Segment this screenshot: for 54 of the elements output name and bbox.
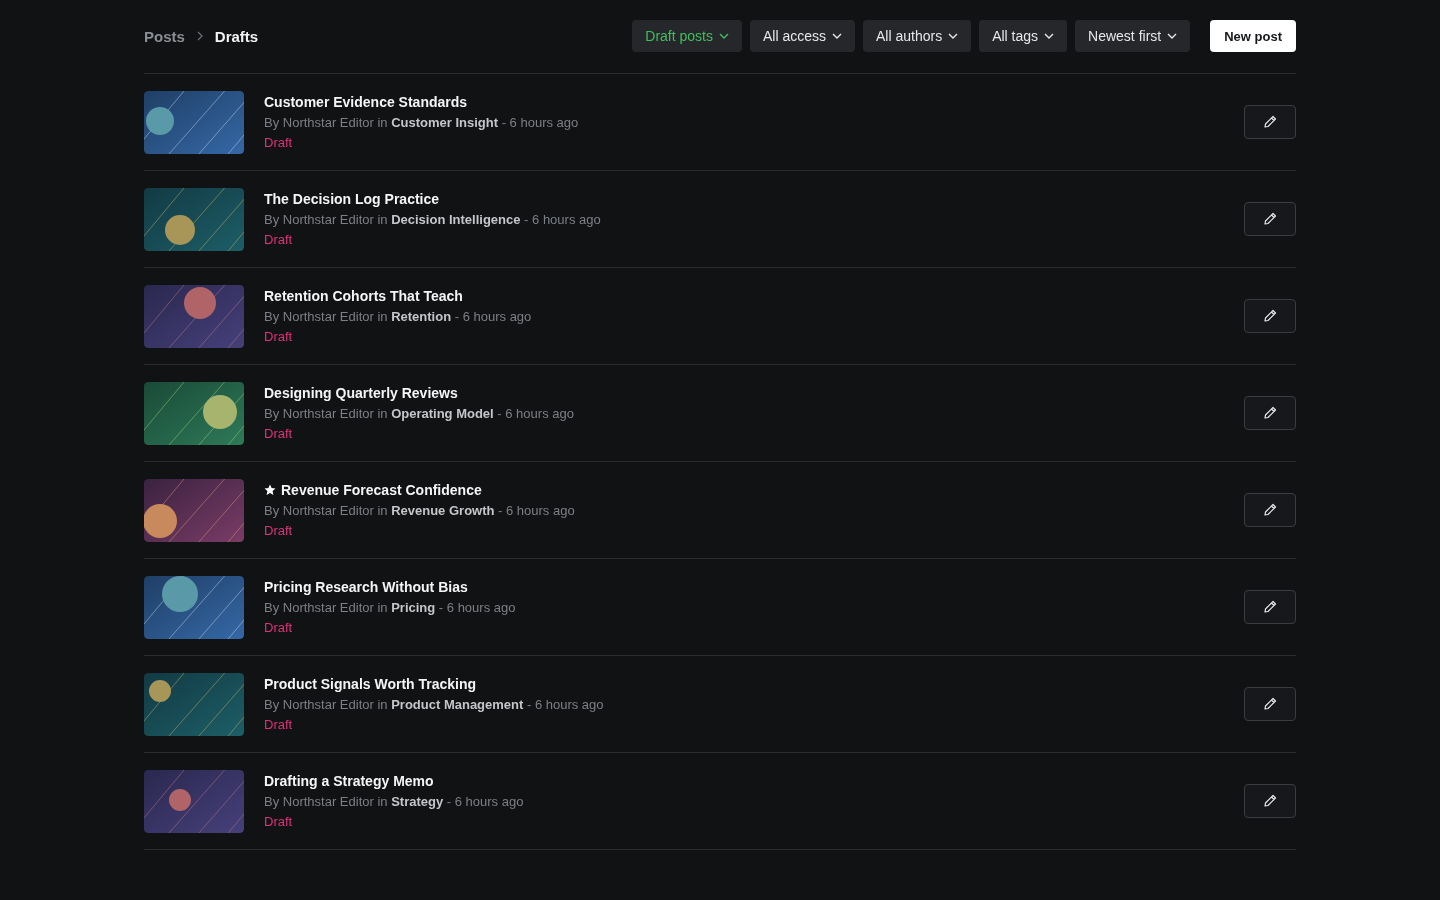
chevron-down-icon bbox=[718, 33, 729, 39]
post-title[interactable]: Revenue Forecast Confidence bbox=[281, 482, 482, 498]
pencil-icon bbox=[1262, 793, 1278, 809]
post-meta: By Northstar Editor in Operating Model - 6 hours ago bbox=[264, 406, 575, 421]
post-title[interactable]: Customer Evidence Standards bbox=[264, 94, 468, 110]
post-status: Draft bbox=[264, 232, 294, 247]
edit-button[interactable] bbox=[1244, 105, 1296, 139]
edit-button[interactable] bbox=[1244, 784, 1296, 818]
chevron-down-icon bbox=[1167, 33, 1178, 39]
edit-button[interactable] bbox=[1244, 202, 1296, 236]
filter-dropdown[interactable]: All tags bbox=[979, 20, 1068, 52]
filter-dropdown[interactable]: All access bbox=[749, 20, 855, 52]
filter-dropdown[interactable]: Newest first bbox=[1075, 20, 1191, 52]
edit-button[interactable] bbox=[1244, 493, 1296, 527]
post-status: Draft bbox=[264, 814, 294, 829]
post-meta: By Northstar Editor in Pricing - 6 hours ago bbox=[264, 600, 517, 615]
post-meta: By Northstar Editor in Retention - 6 hours ago bbox=[264, 309, 533, 324]
post-title[interactable]: Designing Quarterly Reviews bbox=[264, 385, 458, 401]
post-title[interactable]: Product Signals Worth Tracking bbox=[264, 676, 477, 692]
pencil-icon bbox=[1262, 405, 1278, 421]
new-post-button[interactable]: New post bbox=[1210, 20, 1296, 52]
post-meta: By Northstar Editor in Decision Intelligence - 6 hours ago bbox=[264, 212, 602, 227]
post-meta: By Northstar Editor in Customer Insight - 6 hours ago bbox=[264, 115, 580, 130]
post-status: Draft bbox=[264, 135, 294, 150]
chevron-down-icon bbox=[832, 33, 842, 39]
breadcrumb-current: Drafts bbox=[214, 27, 259, 45]
chevron-right-icon bbox=[196, 31, 203, 41]
post-title[interactable]: Pricing Research Without Bias bbox=[264, 579, 468, 595]
post-title[interactable]: The Decision Log Practice bbox=[264, 191, 440, 207]
breadcrumb-link[interactable]: Posts bbox=[144, 27, 185, 45]
post-meta: By Northstar Editor in Revenue Growth - 6 hours ago bbox=[264, 503, 576, 518]
edit-button[interactable] bbox=[1244, 396, 1296, 430]
edit-button[interactable] bbox=[1244, 590, 1296, 624]
pencil-icon bbox=[1262, 114, 1278, 130]
pencil-icon bbox=[1262, 308, 1278, 324]
post-title[interactable]: Drafting a Strategy Memo bbox=[264, 773, 434, 789]
pencil-icon bbox=[1262, 211, 1278, 227]
post-meta: By Northstar Editor in Strategy - 6 hours ago bbox=[264, 794, 525, 809]
post-status: Draft bbox=[264, 523, 294, 538]
post-title[interactable]: Retention Cohorts That Teach bbox=[264, 288, 463, 304]
post-status: Draft bbox=[264, 717, 294, 732]
chevron-down-icon bbox=[948, 33, 959, 39]
filter-dropdown[interactable]: Draft posts bbox=[632, 20, 742, 52]
pencil-icon bbox=[1262, 696, 1278, 712]
filter-dropdown[interactable]: All authors bbox=[863, 20, 972, 52]
edit-button[interactable] bbox=[1244, 299, 1296, 333]
post-status: Draft bbox=[264, 426, 294, 441]
pencil-icon bbox=[1262, 502, 1278, 518]
edit-button[interactable] bbox=[1244, 687, 1296, 721]
post-meta: By Northstar Editor in Product Management - 6 hours ago bbox=[264, 697, 605, 712]
post-status: Draft bbox=[264, 620, 294, 635]
pencil-icon bbox=[1262, 599, 1278, 615]
post-status: Draft bbox=[264, 329, 294, 344]
chevron-down-icon bbox=[1044, 33, 1055, 39]
